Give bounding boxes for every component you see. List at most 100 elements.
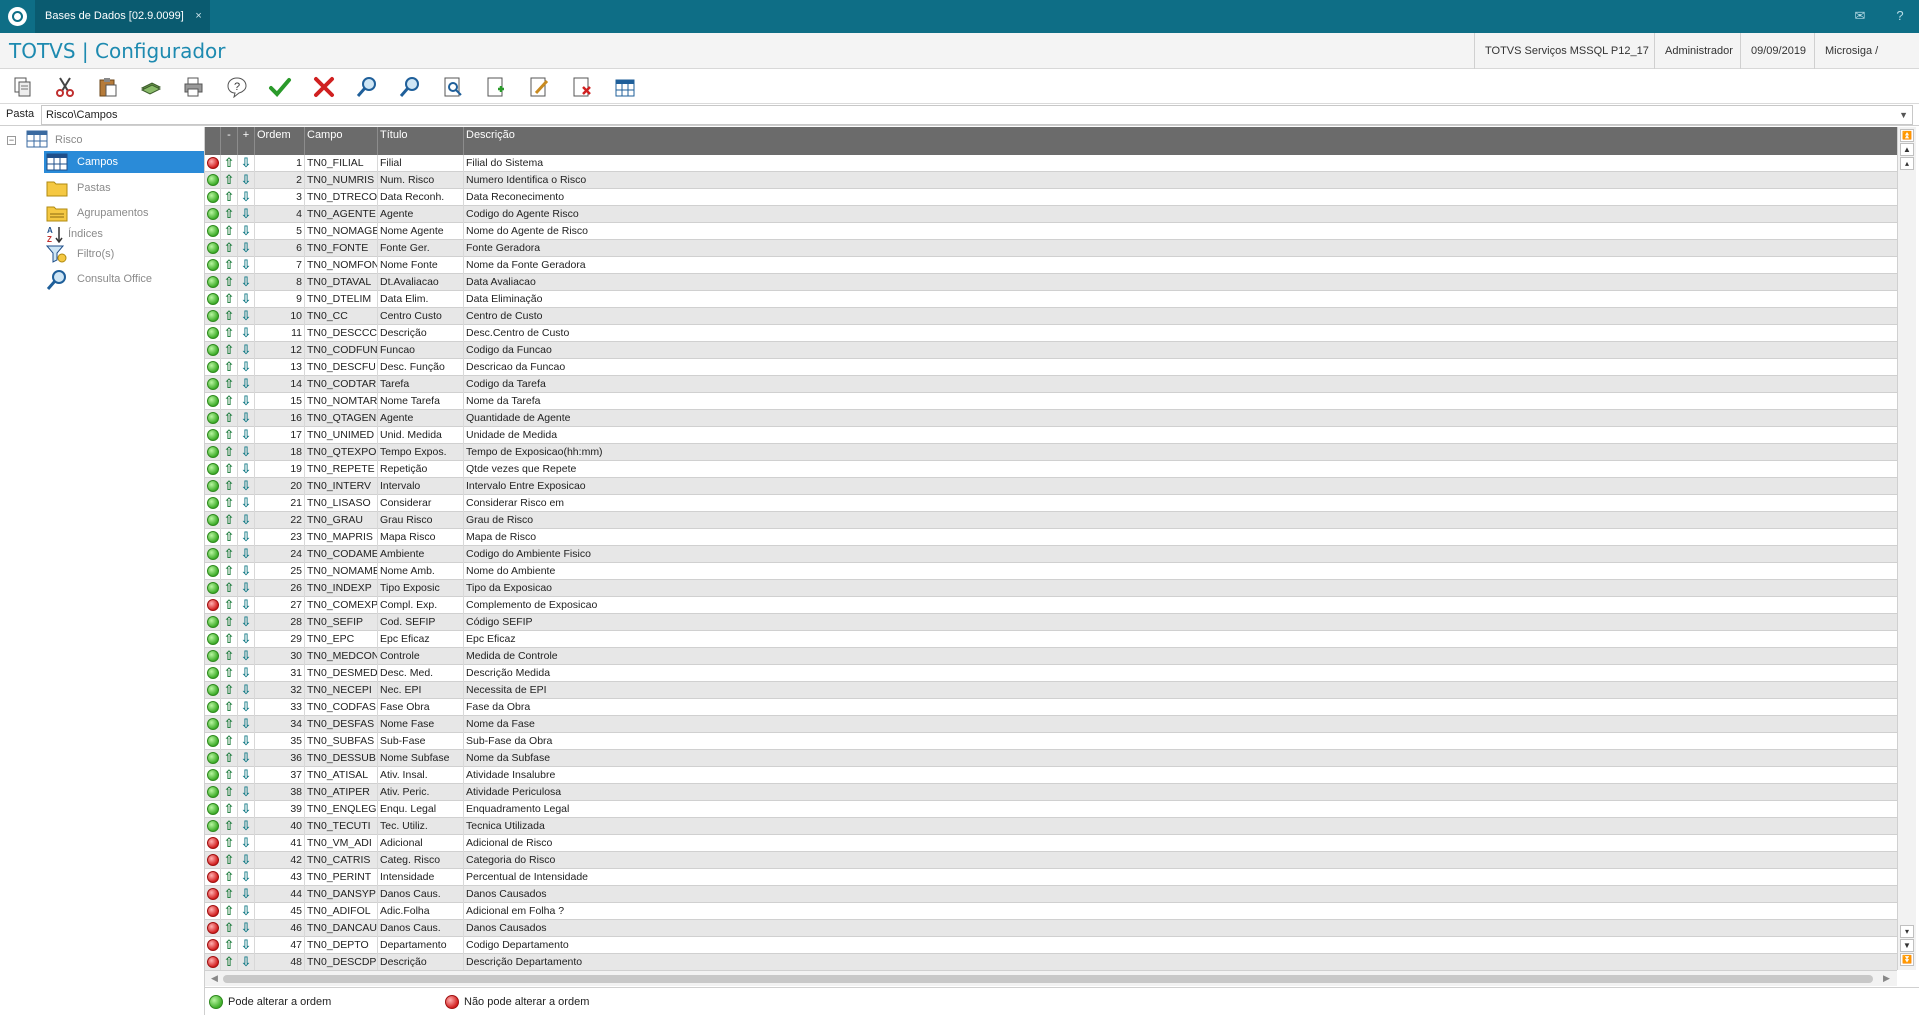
table-row[interactable]: ⇧ ⇩ 39 TN0_ENQLEG Enqu. Legal Enquadramento L… [205,801,1897,818]
arrow-down-icon[interactable]: ⇩ [239,479,253,494]
arrow-up-icon[interactable]: ⇧ [222,479,236,494]
table-row[interactable]: ⇧ ⇩ 35 TN0_SUBFAS Sub-Fase Sub-Fase da Obra [205,733,1897,750]
arrow-up-icon[interactable]: ⇧ [222,649,236,664]
paste-icon[interactable] [95,74,121,100]
arrow-down-icon[interactable]: ⇩ [239,598,253,613]
arrow-down-icon[interactable]: ⇩ [239,224,253,239]
table-row[interactable]: ⇧ ⇩ 7 TN0_NOMFON Nome Fonte Nome da Fonte Ger… [205,257,1897,274]
totvs-logo-icon[interactable] [8,7,27,26]
arrow-up-icon[interactable]: ⇧ [222,836,236,851]
column-header-status[interactable] [205,127,221,155]
table-row[interactable]: ⇧ ⇩ 34 TN0_DESFAS Nome Fase Nome da Fase [205,716,1897,733]
scroll-right-icon[interactable]: ▶ [1883,973,1890,984]
column-header-titulo[interactable]: Título [378,127,464,155]
tree-item-agrupamentos[interactable]: Agrupamentos [44,202,204,224]
table-row[interactable]: ⇧ ⇩ 48 TN0_DESCDP Descrição Descrição Departa… [205,954,1897,970]
tree-item-filtros[interactable]: Filtro(s) [44,243,204,265]
cut-icon[interactable] [52,74,78,100]
arrow-down-icon[interactable]: ⇩ [239,343,253,358]
table-row[interactable]: ⇧ ⇩ 45 TN0_ADIFOL Adic.Folha Adicional em Fol… [205,903,1897,920]
table-row[interactable]: ⇧ ⇩ 14 TN0_CODTAR Tarefa Codigo da Tarefa [205,376,1897,393]
confirm-check-icon[interactable] [267,74,293,100]
scroll-up-icon[interactable]: ▴ [1900,157,1914,170]
arrow-up-icon[interactable]: ⇧ [222,870,236,885]
arrow-up-icon[interactable]: ⇧ [222,326,236,341]
tab-bases-de-dados[interactable]: Bases de Dados [02.9.0099] × [35,0,210,33]
arrow-up-icon[interactable]: ⇧ [222,632,236,647]
calendar-table-icon[interactable] [612,74,638,100]
tree-item-consulta-office[interactable]: Consulta Office [44,268,204,290]
arrow-down-icon[interactable]: ⇩ [239,564,253,579]
table-row[interactable]: ⇧ ⇩ 31 TN0_DESMED Desc. Med. Descrição Medida [205,665,1897,682]
table-row[interactable]: ⇧ ⇩ 3 TN0_DTRECO Data Reconh. Data Reconecime… [205,189,1897,206]
arrow-down-icon[interactable]: ⇩ [239,241,253,256]
arrow-down-icon[interactable]: ⇩ [239,530,253,545]
horizontal-scrollbar[interactable]: ◀ ▶ [205,970,1897,986]
arrow-down-icon[interactable]: ⇩ [239,734,253,749]
arrow-down-icon[interactable]: ⇩ [239,428,253,443]
arrow-up-icon[interactable]: ⇧ [222,360,236,375]
arrow-up-icon[interactable]: ⇧ [222,428,236,443]
tree-item-campos[interactable]: Campos [44,151,204,173]
table-row[interactable]: ⇧ ⇩ 20 TN0_INTERV Intervalo Intervalo Entre E… [205,478,1897,495]
arrow-up-icon[interactable]: ⇧ [222,955,236,970]
arrow-down-icon[interactable]: ⇩ [239,326,253,341]
table-row[interactable]: ⇧ ⇩ 28 TN0_SEFIP Cod. SEFIP Código SEFIP [205,614,1897,631]
arrow-down-icon[interactable]: ⇩ [239,717,253,732]
column-header-plus[interactable]: + [238,127,255,155]
arrow-up-icon[interactable]: ⇧ [222,292,236,307]
arrow-down-icon[interactable]: ⇩ [239,190,253,205]
table-row[interactable]: ⇧ ⇩ 6 TN0_FONTE Fonte Ger. Fonte Geradora [205,240,1897,257]
scroll-top-icon[interactable]: ⏫ [1900,129,1914,142]
arrow-down-icon[interactable]: ⇩ [239,309,253,324]
table-row[interactable]: ⇧ ⇩ 29 TN0_EPC Epc Eficaz Epc Eficaz [205,631,1897,648]
scroll-page-down-icon[interactable]: ▼ [1900,939,1914,952]
table-row[interactable]: ⇧ ⇩ 11 TN0_DESCCC Descrição Desc.Centro de Cu… [205,325,1897,342]
collapse-icon[interactable]: − [7,136,16,145]
table-row[interactable]: ⇧ ⇩ 27 TN0_COMEXP Compl. Exp. Complemento de … [205,597,1897,614]
table-row[interactable]: ⇧ ⇩ 36 TN0_DESSUB Nome Subfase Nome da Subfas… [205,750,1897,767]
arrow-down-icon[interactable]: ⇩ [239,445,253,460]
arrow-down-icon[interactable]: ⇩ [239,666,253,681]
table-row[interactable]: ⇧ ⇩ 22 TN0_GRAU Grau Risco Grau de Risco [205,512,1897,529]
arrow-up-icon[interactable]: ⇧ [222,530,236,545]
table-row[interactable]: ⇧ ⇩ 16 TN0_QTAGEN Agente Quantidade de Agente [205,410,1897,427]
arrow-down-icon[interactable]: ⇩ [239,785,253,800]
column-header-minus[interactable]: - [221,127,238,155]
tab-close-icon[interactable]: × [195,0,201,33]
table-row[interactable]: ⇧ ⇩ 24 TN0_CODAME Ambiente Codigo do Ambiente… [205,546,1897,563]
arrow-up-icon[interactable]: ⇧ [222,496,236,511]
arrow-up-icon[interactable]: ⇧ [222,751,236,766]
table-row[interactable]: ⇧ ⇩ 42 TN0_CATRIS Categ. Risco Categoria do R… [205,852,1897,869]
arrow-up-icon[interactable]: ⇧ [222,666,236,681]
arrow-down-icon[interactable]: ⇩ [239,683,253,698]
arrow-down-icon[interactable]: ⇩ [239,615,253,630]
arrow-up-icon[interactable]: ⇧ [222,904,236,919]
arrow-down-icon[interactable]: ⇩ [239,547,253,562]
arrow-up-icon[interactable]: ⇧ [222,547,236,562]
table-row[interactable]: ⇧ ⇩ 33 TN0_CODFAS Fase Obra Fase da Obra [205,699,1897,716]
table-row[interactable]: ⇧ ⇩ 44 TN0_DANSYP Danos Caus. Danos Causados [205,886,1897,903]
arrow-down-icon[interactable]: ⇩ [239,904,253,919]
arrow-up-icon[interactable]: ⇧ [222,258,236,273]
arrow-down-icon[interactable]: ⇩ [239,207,253,222]
table-row[interactable]: ⇧ ⇩ 46 TN0_DANCAU Danos Caus. Danos Causados [205,920,1897,937]
arrow-down-icon[interactable]: ⇩ [239,394,253,409]
arrow-up-icon[interactable]: ⇧ [222,564,236,579]
arrow-up-icon[interactable]: ⇧ [222,241,236,256]
search-next-icon[interactable] [397,74,423,100]
arrow-up-icon[interactable]: ⇧ [222,309,236,324]
arrow-up-icon[interactable]: ⇧ [222,853,236,868]
table-row[interactable]: ⇧ ⇩ 13 TN0_DESCFU Desc. Função Descricao da F… [205,359,1897,376]
arrow-up-icon[interactable]: ⇧ [222,683,236,698]
arrow-down-icon[interactable]: ⇩ [239,768,253,783]
table-row[interactable]: ⇧ ⇩ 40 TN0_TECUTI Tec. Utiliz. Tecnica Utiliz… [205,818,1897,835]
arrow-down-icon[interactable]: ⇩ [239,173,253,188]
table-row[interactable]: ⇧ ⇩ 26 TN0_INDEXP Tipo Exposic Tipo da Exposi… [205,580,1897,597]
arrow-up-icon[interactable]: ⇧ [222,734,236,749]
arrow-up-icon[interactable]: ⇧ [222,615,236,630]
arrow-down-icon[interactable]: ⇩ [239,921,253,936]
table-row[interactable]: ⇧ ⇩ 37 TN0_ATISAL Ativ. Insal. Atividade Insa… [205,767,1897,784]
arrow-down-icon[interactable]: ⇩ [239,887,253,902]
arrow-down-icon[interactable]: ⇩ [239,377,253,392]
